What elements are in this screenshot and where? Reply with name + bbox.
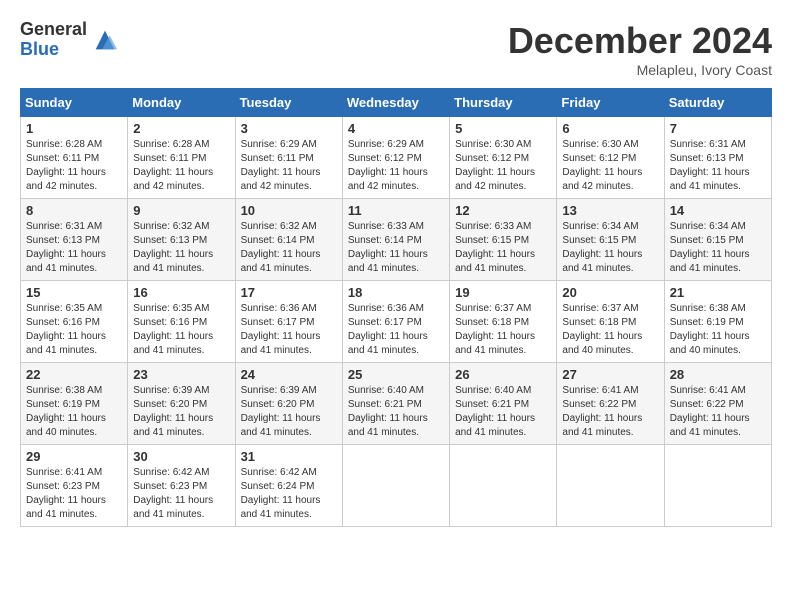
logo-blue: Blue: [20, 40, 87, 60]
table-row: 21Sunrise: 6:38 AMSunset: 6:19 PMDayligh…: [664, 281, 771, 363]
page-header: General Blue December 2024 Melapleu, Ivo…: [20, 20, 772, 78]
table-row: 28Sunrise: 6:41 AMSunset: 6:22 PMDayligh…: [664, 363, 771, 445]
table-row: 18Sunrise: 6:36 AMSunset: 6:17 PMDayligh…: [342, 281, 449, 363]
header-friday: Friday: [557, 89, 664, 117]
table-row: [557, 445, 664, 527]
table-row: 11Sunrise: 6:33 AMSunset: 6:14 PMDayligh…: [342, 199, 449, 281]
table-row: 1Sunrise: 6:28 AMSunset: 6:11 PMDaylight…: [21, 117, 128, 199]
table-row: 29Sunrise: 6:41 AMSunset: 6:23 PMDayligh…: [21, 445, 128, 527]
table-row: 27Sunrise: 6:41 AMSunset: 6:22 PMDayligh…: [557, 363, 664, 445]
table-row: [342, 445, 449, 527]
header-thursday: Thursday: [450, 89, 557, 117]
table-row: 12Sunrise: 6:33 AMSunset: 6:15 PMDayligh…: [450, 199, 557, 281]
table-row: 14Sunrise: 6:34 AMSunset: 6:15 PMDayligh…: [664, 199, 771, 281]
table-row: 5Sunrise: 6:30 AMSunset: 6:12 PMDaylight…: [450, 117, 557, 199]
table-row: 3Sunrise: 6:29 AMSunset: 6:11 PMDaylight…: [235, 117, 342, 199]
table-row: 6Sunrise: 6:30 AMSunset: 6:12 PMDaylight…: [557, 117, 664, 199]
header-sunday: Sunday: [21, 89, 128, 117]
table-row: 9Sunrise: 6:32 AMSunset: 6:13 PMDaylight…: [128, 199, 235, 281]
table-row: 16Sunrise: 6:35 AMSunset: 6:16 PMDayligh…: [128, 281, 235, 363]
header-monday: Monday: [128, 89, 235, 117]
table-row: 17Sunrise: 6:36 AMSunset: 6:17 PMDayligh…: [235, 281, 342, 363]
table-row: 2Sunrise: 6:28 AMSunset: 6:11 PMDaylight…: [128, 117, 235, 199]
table-row: 19Sunrise: 6:37 AMSunset: 6:18 PMDayligh…: [450, 281, 557, 363]
table-row: 13Sunrise: 6:34 AMSunset: 6:15 PMDayligh…: [557, 199, 664, 281]
calendar-table: Sunday Monday Tuesday Wednesday Thursday…: [20, 88, 772, 527]
table-row: 20Sunrise: 6:37 AMSunset: 6:18 PMDayligh…: [557, 281, 664, 363]
table-row: 24Sunrise: 6:39 AMSunset: 6:20 PMDayligh…: [235, 363, 342, 445]
table-row: 30Sunrise: 6:42 AMSunset: 6:23 PMDayligh…: [128, 445, 235, 527]
logo-general: General: [20, 20, 87, 40]
header-tuesday: Tuesday: [235, 89, 342, 117]
title-section: December 2024 Melapleu, Ivory Coast: [508, 20, 772, 78]
table-row: 31Sunrise: 6:42 AMSunset: 6:24 PMDayligh…: [235, 445, 342, 527]
header-saturday: Saturday: [664, 89, 771, 117]
month-title: December 2024: [508, 20, 772, 62]
location: Melapleu, Ivory Coast: [508, 62, 772, 78]
logo: General Blue: [20, 20, 119, 60]
table-row: 26Sunrise: 6:40 AMSunset: 6:21 PMDayligh…: [450, 363, 557, 445]
table-row: 7Sunrise: 6:31 AMSunset: 6:13 PMDaylight…: [664, 117, 771, 199]
table-row: [450, 445, 557, 527]
header-wednesday: Wednesday: [342, 89, 449, 117]
table-row: 8Sunrise: 6:31 AMSunset: 6:13 PMDaylight…: [21, 199, 128, 281]
table-row: 23Sunrise: 6:39 AMSunset: 6:20 PMDayligh…: [128, 363, 235, 445]
table-row: 25Sunrise: 6:40 AMSunset: 6:21 PMDayligh…: [342, 363, 449, 445]
calendar-header-row: Sunday Monday Tuesday Wednesday Thursday…: [21, 89, 772, 117]
table-row: 15Sunrise: 6:35 AMSunset: 6:16 PMDayligh…: [21, 281, 128, 363]
table-row: 4Sunrise: 6:29 AMSunset: 6:12 PMDaylight…: [342, 117, 449, 199]
table-row: 10Sunrise: 6:32 AMSunset: 6:14 PMDayligh…: [235, 199, 342, 281]
table-row: [664, 445, 771, 527]
table-row: 22Sunrise: 6:38 AMSunset: 6:19 PMDayligh…: [21, 363, 128, 445]
logo-icon: [91, 26, 119, 54]
